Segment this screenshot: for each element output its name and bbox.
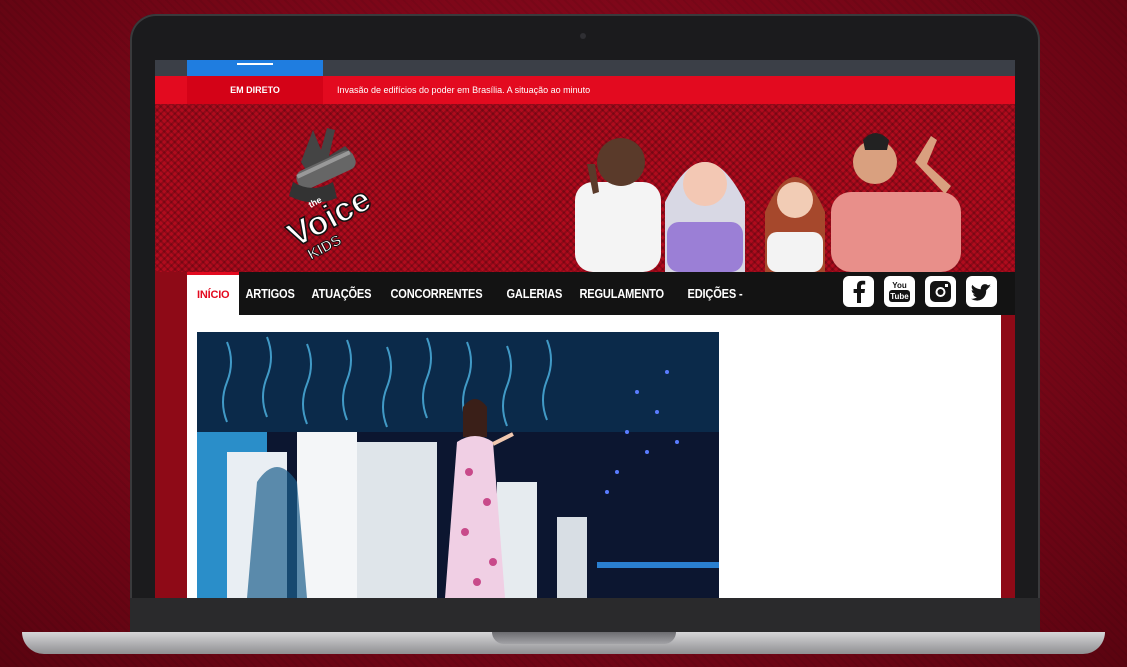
social-links: You Tube bbox=[843, 276, 997, 307]
twitter-icon[interactable] bbox=[966, 276, 997, 307]
nav-atuacoes[interactable]: ATUAÇÕES bbox=[303, 272, 380, 315]
nav-artigos[interactable]: ARTIGOS bbox=[237, 272, 303, 315]
youtube-text-tube: Tube bbox=[890, 292, 909, 301]
laptop-notch bbox=[492, 632, 676, 644]
youtube-icon[interactable]: You Tube bbox=[884, 276, 915, 307]
nav-regulamento[interactable]: REGULAMENTO bbox=[571, 272, 672, 315]
screen-bottom-bezel bbox=[130, 598, 1040, 634]
nav-galerias[interactable]: GALERIAS bbox=[498, 272, 571, 315]
camera-dot bbox=[580, 33, 586, 39]
coach-4 bbox=[831, 133, 961, 272]
nav-inicio[interactable]: INÍCIO bbox=[187, 272, 240, 315]
live-tag: EM DIRETO bbox=[187, 76, 323, 104]
facebook-icon[interactable] bbox=[843, 276, 874, 307]
top-strip-tab[interactable] bbox=[187, 60, 323, 76]
nav-edicoes-dropdown[interactable]: EDIÇÕES - bbox=[679, 272, 751, 315]
main-navigation: INÍCIO ARTIGOS ATUAÇÕES CONCORRENTES GAL… bbox=[187, 272, 1015, 315]
instagram-icon[interactable] bbox=[925, 276, 956, 307]
site-header: the Voice KIDS bbox=[155, 104, 1015, 272]
the-voice-kids-logo[interactable]: the Voice KIDS bbox=[265, 122, 395, 262]
featured-stage-photo[interactable] bbox=[197, 332, 719, 598]
coaches-photo bbox=[575, 133, 961, 272]
coach-3 bbox=[765, 177, 825, 272]
ticker-headline[interactable]: Invasão de edifícios do poder em Brasíli… bbox=[337, 76, 590, 104]
main-content bbox=[187, 315, 1001, 598]
youtube-text-you: You bbox=[892, 281, 907, 290]
top-strip bbox=[155, 60, 1015, 76]
news-ticker[interactable]: EM DIRETO Invasão de edifícios do poder … bbox=[155, 76, 1015, 104]
nav-concorrentes[interactable]: CONCORRENTES bbox=[382, 272, 491, 315]
coach-1 bbox=[575, 138, 661, 272]
coach-2 bbox=[665, 162, 745, 272]
laptop-screen: EM DIRETO Invasão de edifícios do poder … bbox=[155, 60, 1015, 598]
